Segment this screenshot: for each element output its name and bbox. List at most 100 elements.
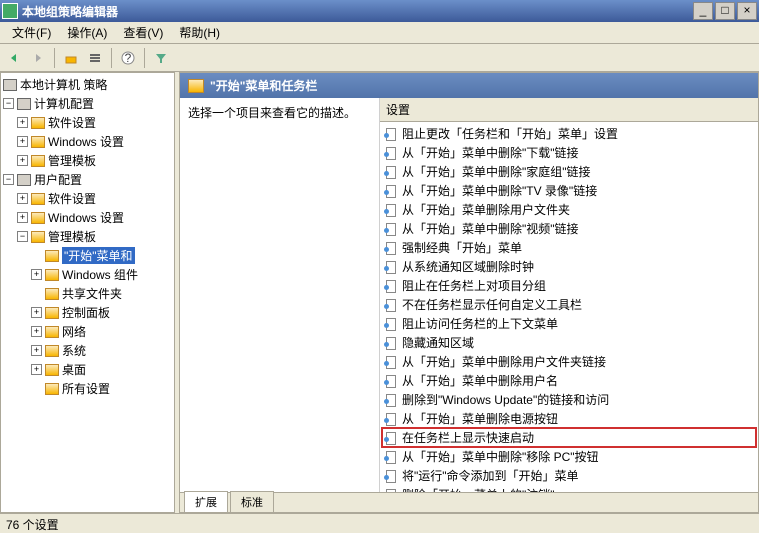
expand-icon[interactable]: + (17, 193, 28, 204)
setting-label: 从「开始」菜单删除电源按钮 (402, 410, 558, 427)
tree-root[interactable]: 本地计算机 策略 (3, 75, 172, 94)
expand-icon[interactable]: + (31, 269, 42, 280)
tree-user-config[interactable]: −用户配置 (3, 170, 172, 189)
setting-row[interactable]: 从「开始」菜单中删除"移除 PC"按钮 (382, 447, 756, 466)
setting-row[interactable]: 删除到"Windows Update"的链接和访问 (382, 390, 756, 409)
tree-control-panel[interactable]: +控制面板 (3, 303, 172, 322)
collapse-icon[interactable]: − (17, 231, 28, 242)
policy-item-icon (384, 241, 398, 255)
tree-windows-components[interactable]: +Windows 组件 (3, 265, 172, 284)
setting-row[interactable]: 从「开始」菜单中删除用户文件夹链接 (382, 352, 756, 371)
title-bar: 本地组策略编辑器 _ □ × (0, 0, 759, 22)
tab-extended[interactable]: 扩展 (184, 491, 228, 512)
description-text: 选择一个项目来查看它的描述。 (188, 106, 356, 120)
config-icon (17, 174, 31, 186)
setting-row[interactable]: 从系统通知区域删除时钟 (382, 257, 756, 276)
tree-software[interactable]: +软件设置 (3, 113, 172, 132)
setting-label: 从「开始」菜单中删除"家庭组"链接 (402, 163, 591, 180)
setting-row[interactable]: 从「开始」菜单删除电源按钮 (382, 409, 756, 428)
expand-icon[interactable]: + (17, 136, 28, 147)
policy-item-icon (384, 317, 398, 331)
svg-text:?: ? (125, 51, 132, 65)
list-column: 设置 阻止更改「任务栏和「开始」菜单」设置从「开始」菜单中删除"下载"链接从「开… (380, 98, 758, 492)
setting-row[interactable]: 阻止更改「任务栏和「开始」菜单」设置 (382, 124, 756, 143)
tree-network[interactable]: +网络 (3, 322, 172, 341)
setting-label: 不在任务栏显示任何自定义工具栏 (402, 296, 582, 313)
expand-icon[interactable]: + (31, 307, 42, 318)
setting-label: 从「开始」菜单中删除用户名 (402, 372, 558, 389)
folder-icon (45, 269, 59, 281)
setting-row[interactable]: 在任务栏上显示快速启动 (382, 428, 756, 447)
up-button[interactable] (61, 48, 81, 68)
section-header: "开始"菜单和任务栏 (180, 73, 758, 98)
toolbar-separator (111, 48, 112, 68)
tree-admin-templates[interactable]: −管理模板 (3, 227, 172, 246)
tree-system[interactable]: +系统 (3, 341, 172, 360)
folder-icon (45, 307, 59, 319)
policy-item-icon (384, 355, 398, 369)
forward-button[interactable] (28, 48, 48, 68)
folder-icon (45, 326, 59, 338)
tree-windows-settings[interactable]: +Windows 设置 (3, 132, 172, 151)
tree-shared-folders[interactable]: 共享文件夹 (3, 284, 172, 303)
folder-icon (31, 155, 45, 167)
setting-label: 删除到"Windows Update"的链接和访问 (402, 391, 609, 408)
expand-icon[interactable]: + (31, 326, 42, 337)
folder-icon (45, 383, 59, 395)
folder-icon (45, 250, 59, 262)
tree-pane[interactable]: 本地计算机 策略 −计算机配置 +软件设置 +Windows 设置 +管理模板 … (0, 72, 175, 513)
toolbar-separator (54, 48, 55, 68)
setting-row[interactable]: 将"运行"命令添加到「开始」菜单 (382, 466, 756, 485)
back-button[interactable] (4, 48, 24, 68)
minimize-button[interactable]: _ (693, 2, 713, 20)
close-button[interactable]: × (737, 2, 757, 20)
menu-file[interactable]: 文件(F) (4, 22, 59, 43)
tree-start-taskbar[interactable]: "开始"菜单和 (3, 246, 172, 265)
menu-action[interactable]: 操作(A) (59, 22, 115, 43)
setting-label: 从系统通知区域删除时钟 (402, 258, 534, 275)
tree-windows-settings[interactable]: +Windows 设置 (3, 208, 172, 227)
setting-row[interactable]: 强制经典「开始」菜单 (382, 238, 756, 257)
status-bar: 76 个设置 (0, 513, 759, 533)
setting-row[interactable]: 阻止访问任务栏的上下文菜单 (382, 314, 756, 333)
setting-row[interactable]: 不在任务栏显示任何自定义工具栏 (382, 295, 756, 314)
collapse-icon[interactable]: − (3, 98, 14, 109)
setting-label: 从「开始」菜单中删除"视频"链接 (402, 220, 579, 237)
column-header[interactable]: 设置 (380, 98, 758, 122)
expand-icon[interactable]: + (31, 364, 42, 375)
policy-item-icon (384, 127, 398, 141)
help-button[interactable]: ? (118, 48, 138, 68)
setting-row[interactable]: 阻止在任务栏上对项目分组 (382, 276, 756, 295)
collapse-icon[interactable]: − (3, 174, 14, 185)
setting-row[interactable]: 从「开始」菜单中删除"下载"链接 (382, 143, 756, 162)
setting-row[interactable]: 从「开始」菜单中删除"视频"链接 (382, 219, 756, 238)
tab-standard[interactable]: 标准 (230, 491, 274, 512)
maximize-button[interactable]: □ (715, 2, 735, 20)
setting-row[interactable]: 从「开始」菜单删除用户文件夹 (382, 200, 756, 219)
list-button[interactable] (85, 48, 105, 68)
filter-button[interactable] (151, 48, 171, 68)
tree: 本地计算机 策略 −计算机配置 +软件设置 +Windows 设置 +管理模板 … (1, 73, 174, 400)
menu-help[interactable]: 帮助(H) (171, 22, 228, 43)
expand-icon[interactable]: + (17, 212, 28, 223)
setting-row[interactable]: 从「开始」菜单中删除用户名 (382, 371, 756, 390)
expand-icon[interactable]: + (31, 345, 42, 356)
expand-icon[interactable]: + (17, 117, 28, 128)
setting-row[interactable]: 删除「开始」菜单上的"注销" (382, 485, 756, 492)
settings-list[interactable]: 阻止更改「任务栏和「开始」菜单」设置从「开始」菜单中删除"下载"链接从「开始」菜… (380, 122, 758, 492)
tree-computer-config[interactable]: −计算机配置 (3, 94, 172, 113)
expand-icon[interactable]: + (17, 155, 28, 166)
setting-row[interactable]: 从「开始」菜单中删除"TV 录像"链接 (382, 181, 756, 200)
tree-software[interactable]: +软件设置 (3, 189, 172, 208)
setting-row[interactable]: 从「开始」菜单中删除"家庭组"链接 (382, 162, 756, 181)
tree-all-settings[interactable]: 所有设置 (3, 379, 172, 398)
setting-row[interactable]: 隐藏通知区域 (382, 333, 756, 352)
setting-label: 从「开始」菜单删除用户文件夹 (402, 201, 570, 218)
policy-item-icon (384, 184, 398, 198)
tree-admin-templates[interactable]: +管理模板 (3, 151, 172, 170)
policy-icon (3, 79, 17, 91)
tree-desktop[interactable]: +桌面 (3, 360, 172, 379)
menu-view[interactable]: 查看(V) (115, 22, 171, 43)
policy-item-icon (384, 450, 398, 464)
right-body: 选择一个项目来查看它的描述。 设置 阻止更改「任务栏和「开始」菜单」设置从「开始… (180, 98, 758, 492)
